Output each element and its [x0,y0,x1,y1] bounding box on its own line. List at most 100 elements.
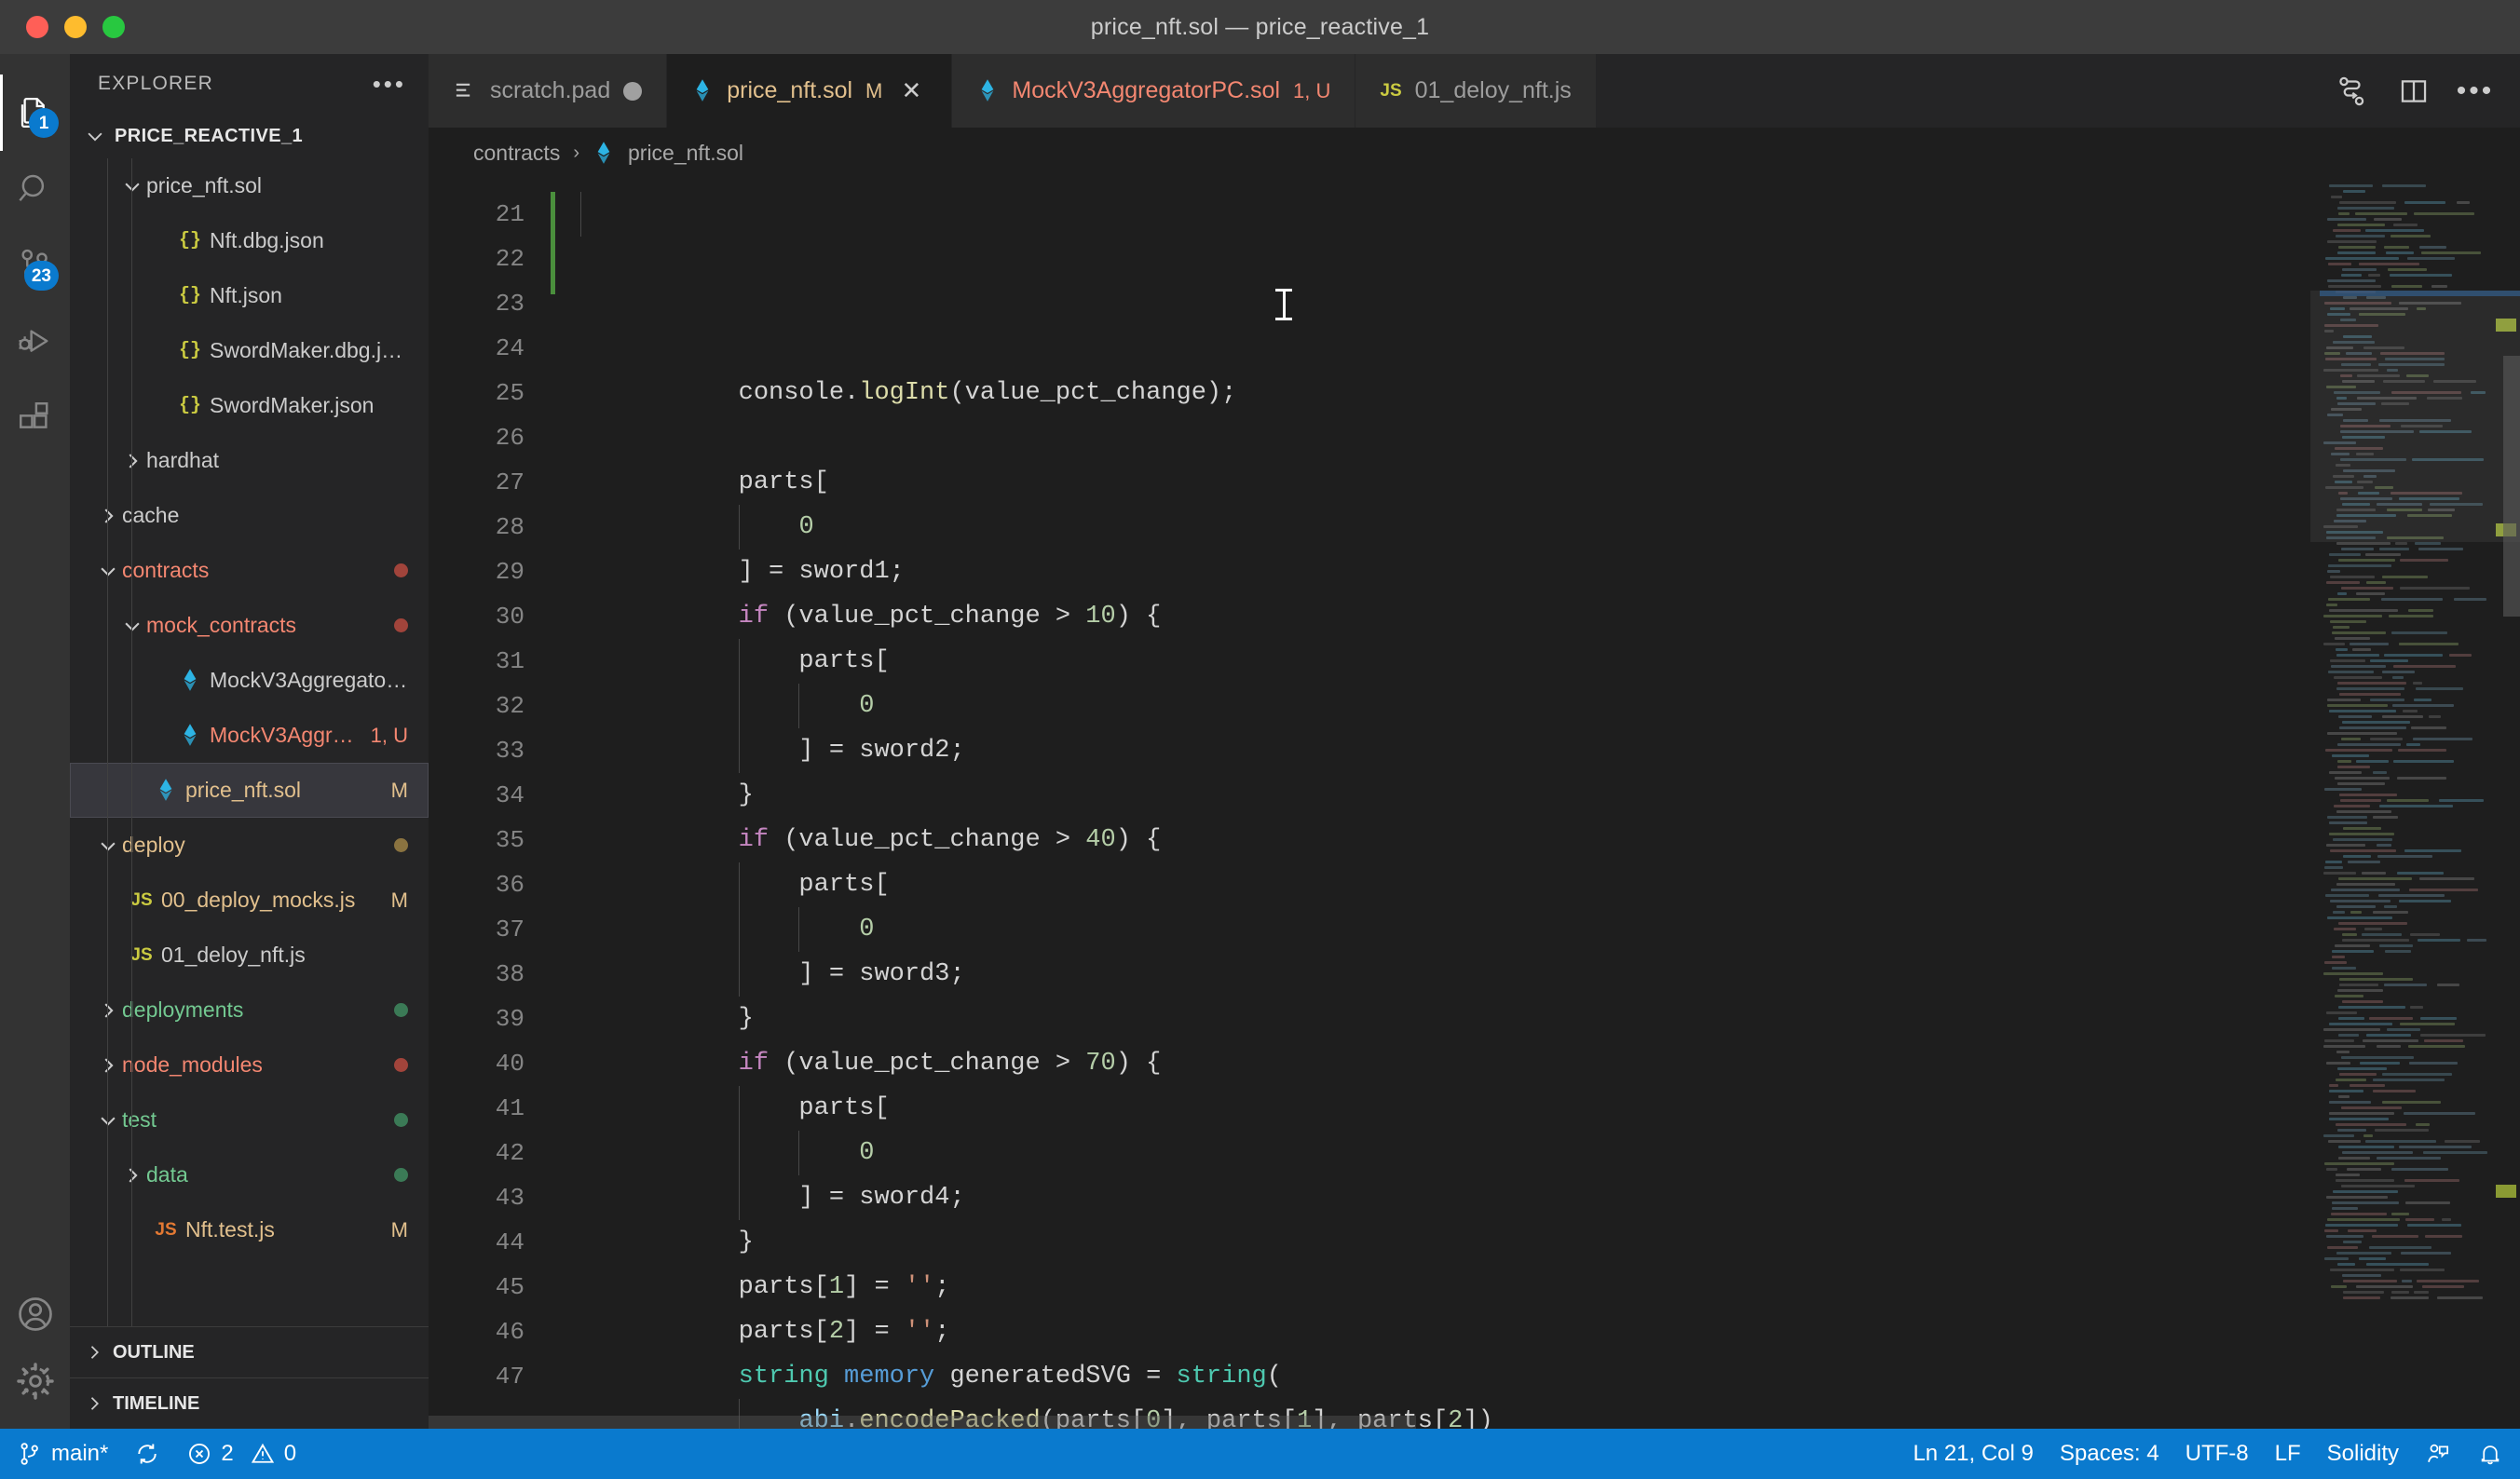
activity-bar-item-source-control[interactable]: 23 [0,227,70,304]
minimize-window-button[interactable] [64,16,87,38]
sidebar-section-outline[interactable]: OUTLINE [70,1326,429,1377]
code-line[interactable] [618,326,2310,371]
tree-folder-data[interactable]: data [70,1147,429,1202]
editor-tab-scratch-pad[interactable]: scratch.pad [429,54,668,128]
code-line[interactable]: ] = sword3; [618,952,2310,997]
activity-bar-item-explorer[interactable]: 1 [0,75,70,151]
vertical-scrollbar-thumb[interactable] [2503,356,2520,617]
tree-file-price-nft-sol[interactable]: price_nft.sol M [70,763,429,818]
split-editor-icon[interactable] [2395,73,2432,110]
status-sync[interactable] [121,1429,173,1479]
horizontal-scrollbar[interactable] [429,1416,2520,1429]
status-branch[interactable]: main* [4,1429,121,1479]
editor-tab-mockv3aggregatorpc-sol[interactable]: MockV3AggregatorPC.sol 1, U [952,54,1356,128]
expand-toggle[interactable] [118,176,146,197]
code-line[interactable]: console.logInt(value_pct_change); [618,371,2310,415]
expand-toggle[interactable] [94,506,122,526]
code-line[interactable]: parts[ [618,862,2310,907]
code-line[interactable]: ] = sword2; [618,728,2310,773]
file-tree[interactable]: price_nft.sol {} Nft.dbg.json {} Nft.json {} S… [70,158,429,1326]
tree-folder-test[interactable]: test [70,1092,429,1147]
tree-folder-deploy[interactable]: deploy [70,818,429,873]
vertical-scrollbar[interactable] [2503,179,2520,1429]
tree-file-swordmaker-json[interactable]: {} SwordMaker.json [70,378,429,433]
editor-tab-01-deloy-nft-js[interactable]: JS 01_deloy_nft.js [1355,54,1597,128]
status-encoding[interactable]: UTF-8 [2173,1429,2262,1479]
activity-bar-item-run-and-debug[interactable] [0,304,70,380]
expand-toggle[interactable] [94,1110,122,1131]
code-line[interactable]: ] = sword4; [618,1175,2310,1220]
code-line[interactable]: 0 [618,1131,2310,1175]
minimap-line [2330,849,2396,852]
status-language-mode[interactable]: Solidity [2314,1429,2412,1479]
expand-toggle[interactable] [94,835,122,856]
close-icon[interactable]: ✕ [895,75,927,107]
tree-file-nft-json[interactable]: {} Nft.json [70,268,429,323]
tree-folder-hardhat[interactable]: hardhat [70,433,429,488]
sidebar-section-timeline[interactable]: TIMELINE [70,1377,429,1429]
code-editor[interactable]: 21 22 23 24 25 26 27 28 29 30 31 32 33 34 35 36 37 38 39 40… [429,179,2520,1429]
close-window-button[interactable] [26,16,48,38]
code-line[interactable]: } [618,997,2310,1041]
expand-toggle[interactable] [94,1000,122,1021]
tree-file-01-deloy-nft-js[interactable]: JS 01_deloy_nft.js [70,928,429,983]
folding-column[interactable] [560,179,601,1429]
status-notifications[interactable] [2464,1429,2516,1479]
status-cursor-position[interactable]: Ln 21, Col 9 [1900,1429,2046,1479]
code-line[interactable]: if (value_pct_change > 40) { [618,818,2310,862]
explorer-root-folder[interactable]: PRICE_REACTIVE_1 [70,114,429,158]
expand-toggle[interactable] [118,1165,146,1186]
code-line[interactable]: 0 [618,505,2310,550]
tree-folder-price-nft-sol[interactable]: price_nft.sol [70,158,429,213]
code-line[interactable]: } [618,1220,2310,1265]
code-line[interactable]: } [618,773,2310,818]
breadcrumb-item-file[interactable]: price_nft.sol [628,141,743,166]
tab-dirty-indicator[interactable] [623,81,643,101]
more-actions-icon[interactable]: ••• [2457,73,2494,110]
minimap-slider[interactable] [2310,291,2520,542]
tree-file-mockv3aggregator-sol[interactable]: MockV3Aggregator.sol [70,653,429,708]
code-content[interactable]: console.logInt(value_pct_change); parts[… [601,179,2310,1429]
code-line[interactable]: parts[ [618,460,2310,505]
tree-folder-deployments[interactable]: deployments [70,983,429,1038]
code-line[interactable]: string memory generatedSVG = string( [618,1354,2310,1399]
minimap[interactable] [2310,179,2520,1429]
editor-tab-price-nft-sol[interactable]: price_nft.sol M ✕ [667,54,953,128]
code-line[interactable]: parts[2] = ''; [618,1309,2310,1354]
expand-toggle[interactable] [94,561,122,581]
expand-toggle[interactable] [94,1055,122,1076]
status-feedback[interactable] [2412,1429,2464,1479]
code-line[interactable]: 0 [618,907,2310,952]
activity-bar-item-accounts[interactable] [0,1276,70,1352]
activity-bar-item-search[interactable] [0,151,70,227]
expand-toggle[interactable] [118,616,146,636]
tree-file-mockv3aggregatorpc-sol[interactable]: MockV3AggregatorPC.sol 1, U [70,708,429,763]
code-line[interactable] [618,415,2310,460]
code-line[interactable]: ] = sword1; [618,550,2310,594]
tree-folder-mock-contracts[interactable]: mock_contracts [70,598,429,653]
code-line[interactable]: if (value_pct_change > 10) { [618,594,2310,639]
activity-bar-item-extensions[interactable] [0,380,70,456]
breadcrumb-item-folder[interactable]: contracts [473,141,560,166]
activity-bar-item-manage[interactable] [0,1352,70,1429]
code-line[interactable]: parts[1] = ''; [618,1265,2310,1309]
tree-folder-cache[interactable]: cache [70,488,429,543]
tree-folder-contracts[interactable]: contracts [70,543,429,598]
tree-file-00-deploy-mocks-js[interactable]: JS 00_deploy_mocks.js M [70,873,429,928]
run-or-compare-icon[interactable] [2334,73,2371,110]
code-line[interactable]: if (value_pct_change > 70) { [618,1041,2310,1086]
horizontal-scrollbar-thumb[interactable] [429,1416,1416,1429]
expand-toggle[interactable] [118,451,146,471]
code-line[interactable]: 0 [618,684,2310,728]
code-line[interactable]: parts[ [618,639,2310,684]
zoom-window-button[interactable] [102,16,125,38]
tree-file-nft-dbg-json[interactable]: {} Nft.dbg.json [70,213,429,268]
tree-file-swordmaker-dbg-json[interactable]: {} SwordMaker.dbg.json [70,323,429,378]
status-eol[interactable]: LF [2262,1429,2314,1479]
tree-file-nft-test-js[interactable]: JS Nft.test.js M [70,1202,429,1257]
status-problems[interactable]: 2 0 [173,1429,309,1479]
tree-folder-node-modules[interactable]: node_modules [70,1038,429,1092]
status-indentation[interactable]: Spaces: 4 [2047,1429,2173,1479]
code-line[interactable]: parts[ [618,1086,2310,1131]
sidebar-more-actions-icon[interactable]: ••• [373,72,406,96]
